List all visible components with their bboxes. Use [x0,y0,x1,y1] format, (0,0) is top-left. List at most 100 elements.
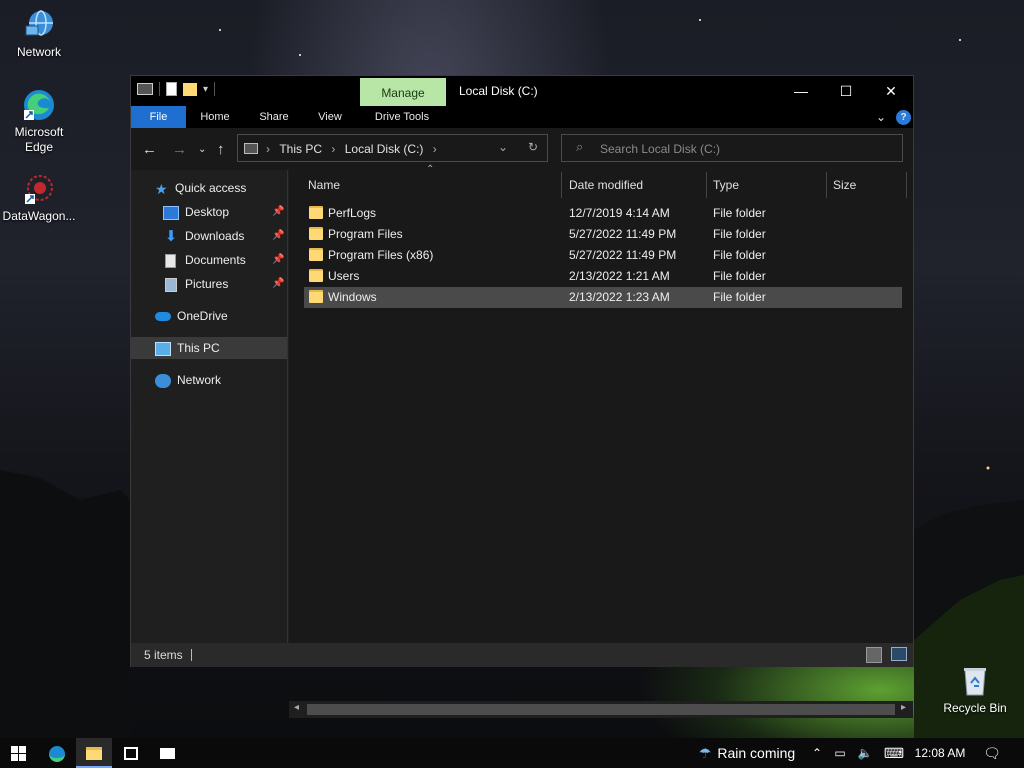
table-row-selected[interactable]: Windows 2/13/2022 1:23 AM File folder [304,287,902,308]
refresh-icon[interactable]: ↻ [528,140,538,154]
search-input[interactable] [600,140,890,158]
desktop-icon-label: Microsoft Edge [14,125,64,154]
desktop-icon-network[interactable]: Network [0,8,78,60]
show-hidden-icons-chevron-icon[interactable]: ⌃ [808,738,826,768]
chevron-down-icon[interactable]: ⌄ [871,106,891,128]
sidebar-item-label: OneDrive [177,309,228,323]
search-box[interactable]: ⌕ [561,134,903,162]
weather-widget[interactable]: ☂ Rain coming [690,738,804,768]
sidebar-item-label: Desktop [185,205,230,219]
recent-locations-chevron-icon[interactable]: ⌄ [198,144,206,155]
sidebar-item-network[interactable]: Network [155,369,221,391]
quick-access-toolbar: ▾ [137,82,216,96]
address-history-chevron-icon[interactable]: ⌄ [498,140,508,154]
column-header-date-modified[interactable]: Date modified [569,170,643,200]
windows-logo-icon [10,746,26,762]
close-button[interactable]: ✕ [868,76,914,106]
desktop-icon-recycle-bin[interactable]: Recycle Bin [936,664,1014,716]
sidebar-item-this-pc[interactable]: This PC [131,337,287,359]
volume-muted-icon[interactable]: 🔈 [854,738,876,768]
sidebar-item-pictures[interactable]: Pictures 📌 [163,273,288,295]
scroll-right-icon[interactable]: ▸ [901,702,906,713]
details-view-icon[interactable] [866,647,882,663]
sidebar-item-label: Documents [185,253,246,267]
file-name: Users [328,269,360,283]
sidebar-item-onedrive[interactable]: OneDrive [155,305,228,327]
help-icon[interactable]: ? [896,110,911,125]
network-icon [22,8,56,42]
sidebar-item-label: Pictures [185,277,229,291]
desktop-icon-edge[interactable]: Microsoft Edge [0,88,78,155]
table-row[interactable]: Program Files 5/27/2022 11:49 PM File fo… [304,224,902,245]
properties-icon[interactable] [166,82,177,96]
drive-icon [244,143,258,154]
search-icon: ⌕ [576,139,584,154]
folder-icon [309,268,323,282]
maximize-button[interactable]: ☐ [823,76,869,106]
sidebar-item-documents[interactable]: Documents 📌 [163,249,288,271]
column-header-name[interactable]: Name [308,170,340,200]
column-divider[interactable] [826,172,827,198]
tab-file[interactable]: File [131,106,186,128]
pin-icon: 📌 [272,278,285,289]
customize-toolbar-icon[interactable]: ▾ [203,84,208,95]
network-tray-icon[interactable]: ▭ [830,738,850,768]
taskbar-store[interactable] [114,738,148,768]
new-folder-icon[interactable] [183,82,197,96]
column-divider[interactable] [561,172,562,198]
file-type: File folder [713,269,766,283]
tab-view[interactable]: View [307,106,353,128]
table-row[interactable]: PerfLogs 12/7/2019 4:14 AM File folder [304,203,902,224]
table-row[interactable]: Users 2/13/2022 1:21 AM File folder [304,266,902,287]
minimize-button[interactable]: — [778,76,824,106]
scrollbar-thumb[interactable] [307,704,895,715]
folder-icon [309,289,323,303]
back-arrow-icon[interactable]: ← [142,141,157,158]
tab-manage[interactable]: Manage [360,78,446,106]
sidebar-item-desktop[interactable]: Desktop 📌 [163,201,288,223]
table-row[interactable]: Program Files (x86) 5/27/2022 11:49 PM F… [304,245,902,266]
file-explorer-icon [86,747,102,761]
address-bar[interactable]: › This PC › Local Disk (C:) › ⌄ ↻ [237,134,548,162]
horizontal-scrollbar[interactable]: ◂ ▸ [289,701,913,718]
column-header-type[interactable]: Type [713,170,739,200]
file-name: Program Files (x86) [328,248,434,262]
taskbar-file-explorer[interactable] [76,738,112,768]
tab-share[interactable]: Share [251,106,297,128]
title-bar[interactable]: ▾ Manage Local Disk (C:) — ☐ ✕ [131,76,913,106]
keyboard-icon[interactable]: ⌨ [880,738,908,768]
file-date: 5/27/2022 11:49 PM [569,227,677,241]
folder-icon [309,205,323,219]
sidebar-item-quick-access[interactable]: ★ Quick access [155,177,246,199]
breadcrumb-this-pc[interactable]: This PC [279,142,322,156]
tab-drive-tools[interactable]: Drive Tools [363,106,441,128]
separator [214,82,216,96]
column-divider[interactable] [706,172,707,198]
breadcrumb-local-disk[interactable]: Local Disk (C:) [345,142,424,156]
file-name: Windows [328,290,377,304]
crumb-separator: › [266,142,270,156]
sidebar-item-label: Quick access [175,181,247,195]
up-arrow-icon[interactable]: ↑ [217,141,225,158]
clock[interactable]: 12:08 AM [908,738,972,768]
column-header-size[interactable]: Size [833,170,856,200]
file-type: File folder [713,290,766,304]
sidebar-item-label: Network [177,373,222,387]
forward-arrow-icon[interactable]: → [172,141,187,158]
status-bar: 5 items [131,643,913,667]
scroll-left-icon[interactable]: ◂ [294,702,299,713]
taskbar-mail[interactable] [150,738,184,768]
desktop-icon [163,205,179,220]
sidebar-item-downloads[interactable]: ⬇ Downloads 📌 [163,225,288,247]
start-button[interactable] [0,738,36,768]
computer-icon [155,341,171,356]
column-divider[interactable] [906,172,907,198]
desktop-icon-datawagon[interactable]: DataWagon... [0,172,78,224]
large-icons-view-icon[interactable] [891,647,907,661]
tab-home[interactable]: Home [192,106,238,128]
notifications-icon[interactable]: 🗨 [980,738,1004,768]
file-date: 2/13/2022 1:23 AM [569,290,670,304]
file-date: 2/13/2022 1:21 AM [569,269,670,283]
taskbar-edge[interactable] [40,738,74,768]
file-list-pane: ⌃ Name Date modified Type Size PerfLogs … [289,164,913,718]
